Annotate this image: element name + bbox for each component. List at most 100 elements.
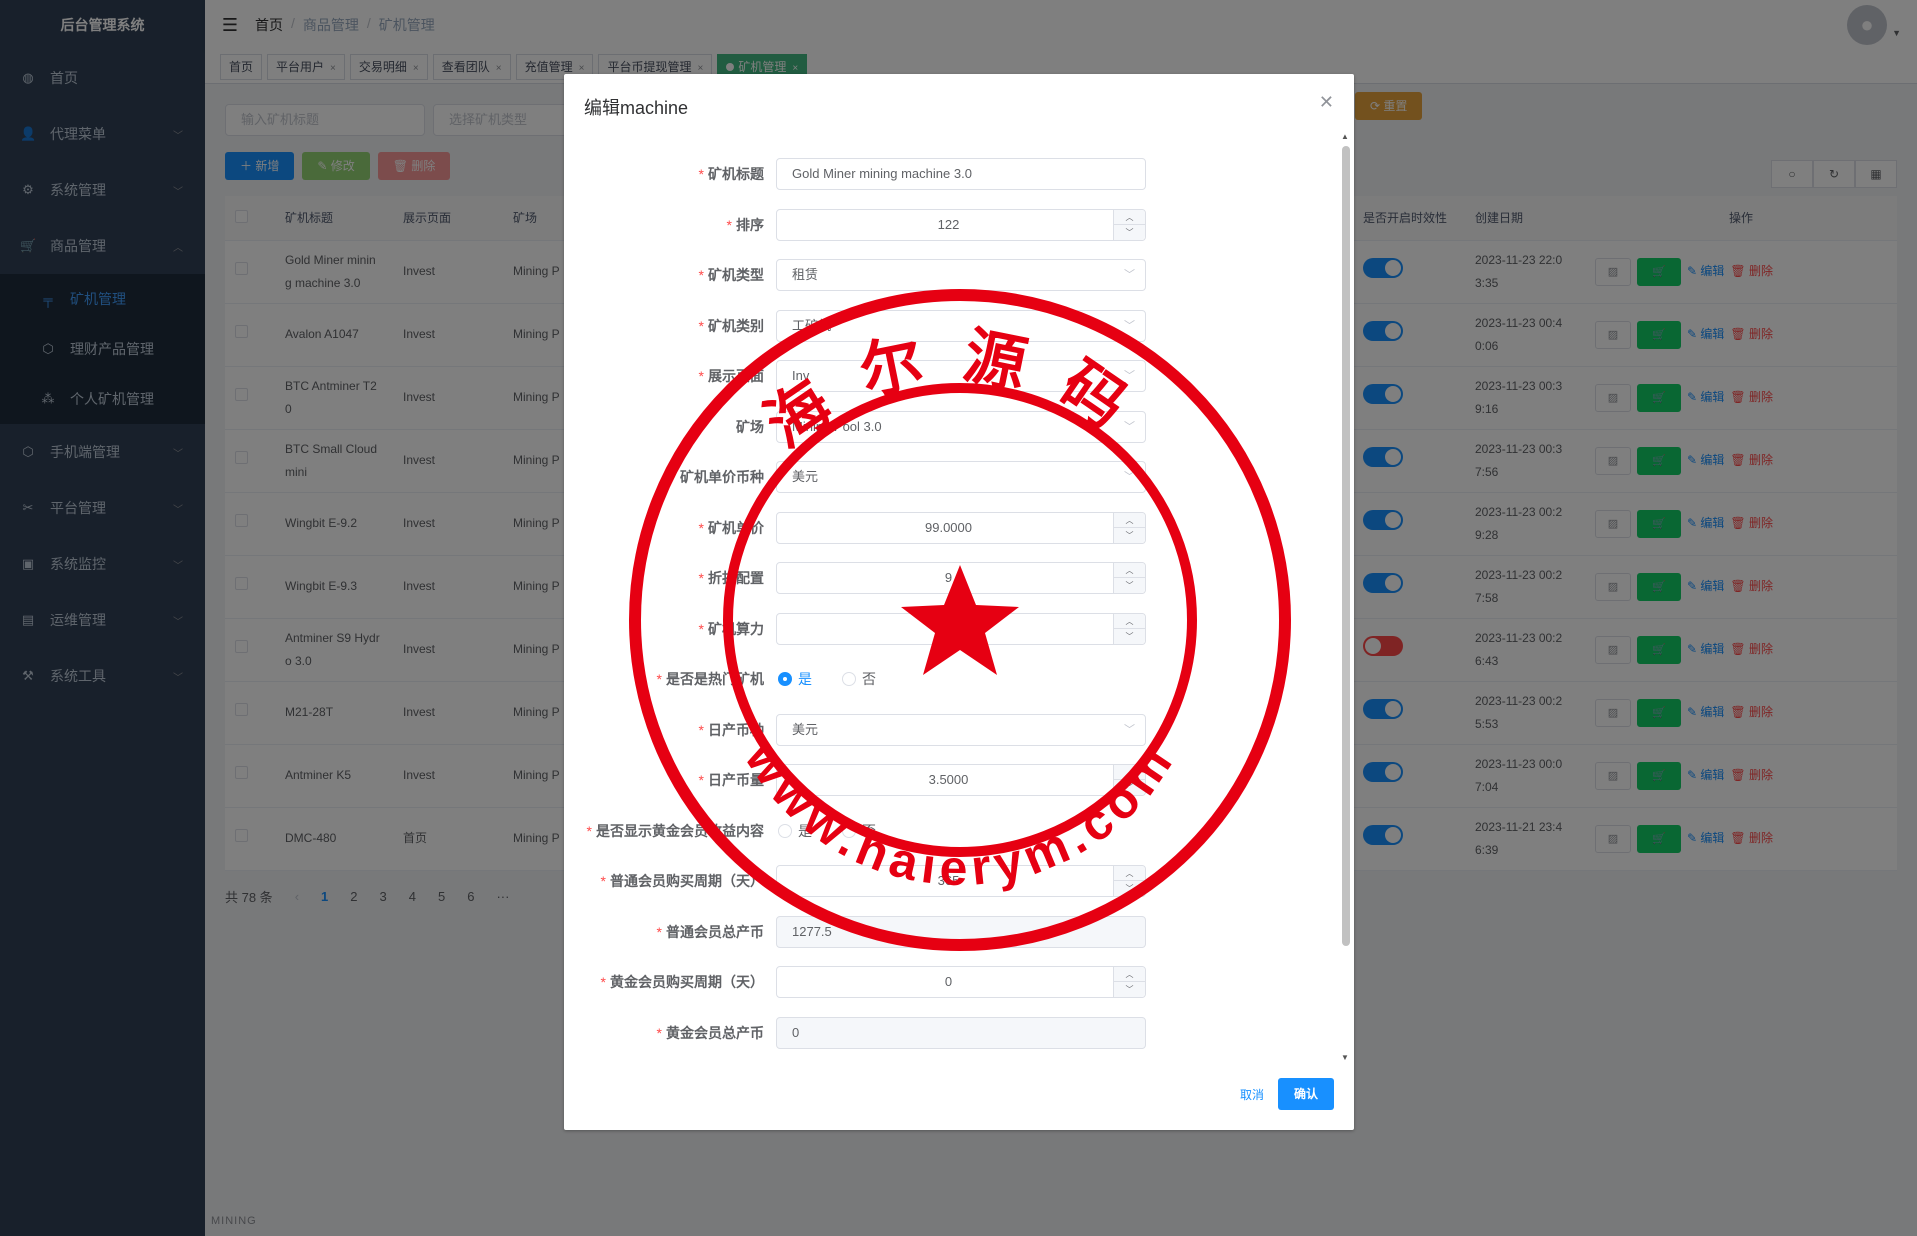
chevron-down-icon: ﹀ [1124, 370, 1135, 382]
required-mark: * [726, 216, 732, 233]
chevron-down-icon: ﹀ [1124, 420, 1135, 433]
form-label-text: 日产币种 [708, 721, 764, 738]
chevron-down-icon: ﹀ [1124, 723, 1135, 736]
increase-icon[interactable]: ︿ [1114, 765, 1145, 780]
decrease-icon[interactable]: ﹀ [1114, 881, 1145, 896]
form-label-text: 是否是热门矿机 [666, 671, 764, 687]
increase-icon[interactable]: ︿ [1114, 210, 1145, 225]
scroll-thumb[interactable] [1342, 146, 1350, 946]
form-label: * 矿机单价 [564, 518, 776, 538]
required-mark: * [586, 822, 592, 839]
decrease-icon[interactable]: ﹀ [1114, 780, 1145, 795]
form-select[interactable]: 租赁 ﹀ [776, 259, 1146, 291]
form-label-text: 矿机算力 [708, 620, 764, 637]
stepper[interactable]: ︿ ﹀ [1113, 967, 1145, 997]
increase-icon[interactable]: ︿ [1114, 614, 1145, 629]
input-value: 0 [944, 974, 953, 989]
form-label-text: 普通会员购买周期（天） [610, 873, 764, 889]
form-select[interactable]: 工矿机 ﹀ [776, 309, 1146, 342]
form-number-input[interactable]: ︿ ﹀ [776, 612, 1146, 645]
increase-icon[interactable]: ︿ [1114, 967, 1145, 982]
form-row: * 矿机单价 99.0000 ︿ ﹀ [564, 511, 1354, 544]
edit-dialog: 编辑machine ✕ * 矿机标题 Gold Miner mining machi… [564, 74, 1354, 1130]
stepper[interactable]: ︿ ﹀ [1113, 613, 1145, 644]
stepper[interactable]: ︿ ﹀ [1113, 765, 1145, 795]
form-number-input[interactable]: 99.0000 ︿ ﹀ [776, 511, 1146, 544]
form-label-text: 黄金会员购买周期（天） [610, 974, 764, 990]
dialog-title: 编辑machine [584, 98, 689, 118]
select-value: 美元 [792, 469, 819, 484]
form-label: * 普通会员总产币 [564, 922, 776, 942]
form-select[interactable]: Inv ﹀ [776, 360, 1146, 392]
form-label-text: 折扣配置 [708, 570, 764, 586]
input-value: 1277.5 [792, 923, 832, 939]
scroll-down-icon[interactable]: ▼ [1341, 1053, 1349, 1062]
form-row: * 普通会员总产币 1277.5 [564, 915, 1354, 948]
form-label-text: 矿机单价 [708, 519, 764, 536]
increase-icon[interactable]: ︿ [1114, 866, 1145, 881]
form-label-text: 普通会员总产币 [666, 923, 764, 940]
select-value: Mining Pool 3.0 [792, 418, 882, 434]
form-select[interactable]: 美元 ﹀ [776, 461, 1146, 493]
chevron-down-icon: ﹀ [1124, 471, 1135, 483]
input-value: Gold Miner mining machine 3.0 [792, 166, 972, 181]
decrease-icon[interactable]: ﹀ [1114, 528, 1145, 543]
form-number-input[interactable]: 122 ︿ ﹀ [776, 208, 1146, 241]
form-text-input[interactable]: Gold Miner mining machine 3.0 [776, 158, 1146, 190]
close-icon[interactable]: ✕ [1319, 92, 1334, 113]
required-mark: * [670, 469, 676, 485]
radio-circle-icon [842, 672, 856, 686]
chevron-down-icon: ﹀ [1124, 319, 1135, 332]
required-mark: * [656, 671, 662, 687]
required-mark: * [698, 166, 704, 182]
scroll-up-icon[interactable]: ▲ [1341, 132, 1349, 141]
confirm-button[interactable]: 确认 [1277, 1078, 1334, 1110]
stepper[interactable]: ︿ ﹀ [1113, 866, 1145, 896]
required-mark: * [698, 721, 704, 738]
stepper[interactable]: ︿ ﹀ [1113, 512, 1145, 543]
form-row: * 日产币量 3.5000 ︿ ﹀ [564, 764, 1354, 796]
input-value: 365 [937, 873, 960, 888]
form-label: * 展示页面 [564, 366, 776, 386]
decrease-icon[interactable]: ﹀ [1114, 578, 1145, 593]
form-label-text: 日产币量 [708, 772, 764, 788]
increase-icon[interactable]: ︿ [1114, 563, 1145, 578]
form-row: * 矿机类型 租赁 ﹀ [564, 259, 1354, 291]
dialog-scrollbar[interactable]: ▲ ▼ [1341, 132, 1350, 1062]
radio-option[interactable]: 否 [842, 669, 876, 689]
cancel-button[interactable]: 取消 [1234, 1086, 1270, 1103]
form-row: * 日产币种 美元 ﹀ [564, 713, 1354, 746]
form-select[interactable]: Mining Pool 3.0 ﹀ [776, 410, 1146, 443]
form-label: * 排序 [564, 215, 776, 235]
radio-label: 否 [862, 822, 876, 839]
stepper[interactable]: ︿ ﹀ [1113, 563, 1145, 593]
dialog-form: * 矿机标题 Gold Miner mining machine 3.0 * 排序 122… [564, 144, 1354, 1062]
form-row: * 是否显示黄金会员收益内容是 否 [564, 815, 1354, 847]
form-number-input[interactable]: 9 ︿ ﹀ [776, 562, 1146, 594]
stepper[interactable]: ︿ ﹀ [1113, 209, 1145, 240]
form-label: * 黄金会员总产币 [564, 1023, 776, 1043]
decrease-icon[interactable]: ﹀ [1114, 225, 1145, 240]
form-label: * 矿机单价币种 [564, 467, 776, 487]
form-label: * 普通会员购买周期（天） [564, 871, 776, 891]
form-label: * 是否显示黄金会员收益内容 [564, 821, 776, 841]
input-value: 3.5000 [928, 772, 969, 787]
decrease-icon[interactable]: ﹀ [1114, 629, 1145, 644]
radio-option[interactable]: 否 [842, 821, 876, 841]
form-number-input[interactable]: 365 ︿ ﹀ [776, 865, 1146, 897]
required-mark: * [600, 873, 606, 889]
radio-circle-icon [842, 823, 856, 838]
decrease-icon[interactable]: ﹀ [1114, 982, 1145, 997]
increase-icon[interactable]: ︿ [1114, 513, 1145, 528]
radio-option[interactable]: 是 [778, 821, 812, 841]
radio-option[interactable]: 是 [778, 669, 812, 689]
required-mark: * [698, 570, 704, 586]
required-mark: * [698, 368, 704, 384]
form-number-input[interactable]: 0 ︿ ﹀ [776, 966, 1146, 998]
form-select[interactable]: 美元 ﹀ [776, 713, 1146, 746]
form-number-input[interactable]: 3.5000 ︿ ﹀ [776, 764, 1146, 796]
form-disabled-input: 0 [776, 1016, 1146, 1049]
select-value: 工矿机 [792, 317, 832, 333]
input-value: 122 [937, 216, 960, 232]
required-mark: * [656, 923, 662, 940]
